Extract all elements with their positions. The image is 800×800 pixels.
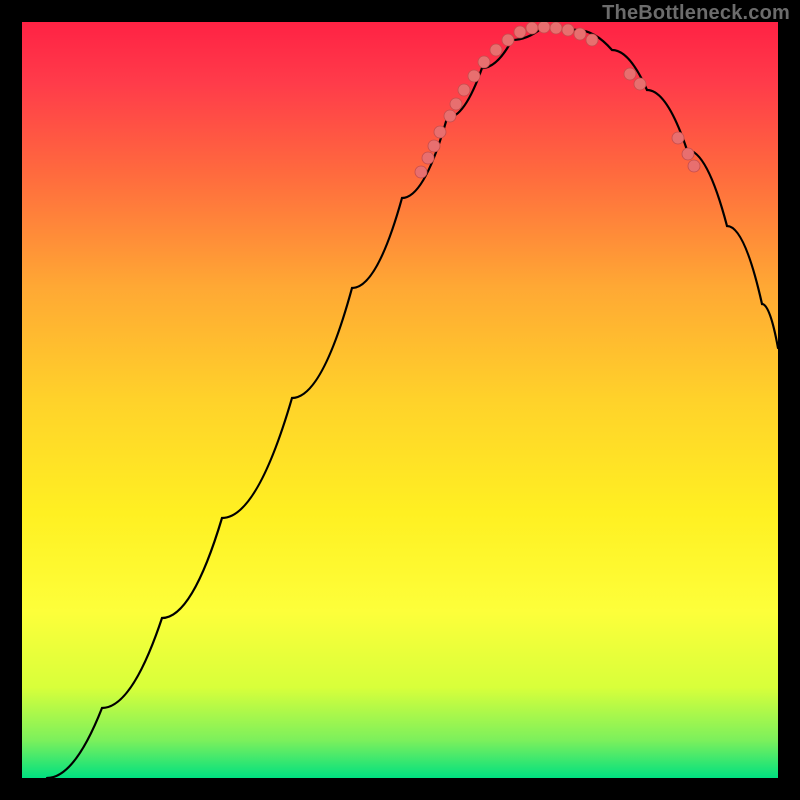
data-point	[415, 166, 427, 178]
data-point	[624, 68, 636, 80]
data-point	[526, 22, 538, 34]
data-point	[514, 26, 526, 38]
data-point	[478, 56, 490, 68]
data-point	[682, 148, 694, 160]
data-point	[672, 132, 684, 144]
data-point	[450, 98, 462, 110]
data-point	[444, 110, 456, 122]
data-point	[458, 84, 470, 96]
data-point	[468, 70, 480, 82]
data-point	[562, 24, 574, 36]
data-point	[688, 160, 700, 172]
data-point	[434, 126, 446, 138]
bottleneck-curve	[47, 28, 778, 778]
bottleneck-curve-chart	[22, 22, 778, 778]
data-point-group	[415, 22, 700, 178]
data-point	[422, 152, 434, 164]
data-point	[574, 28, 586, 40]
data-point	[428, 140, 440, 152]
data-point	[634, 78, 646, 90]
data-point	[490, 44, 502, 56]
data-point	[586, 34, 598, 46]
data-point	[538, 22, 550, 33]
data-point	[550, 22, 562, 34]
data-point	[502, 34, 514, 46]
